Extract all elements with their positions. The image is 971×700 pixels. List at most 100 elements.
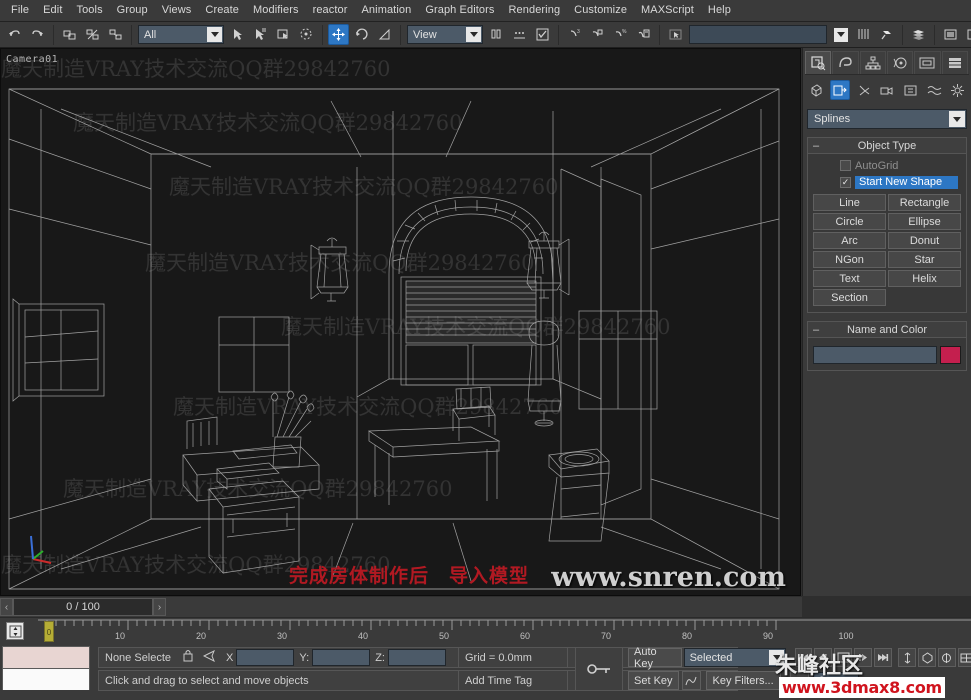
geometry-button[interactable] xyxy=(806,80,826,100)
section-button[interactable]: Section xyxy=(813,289,886,306)
start-new-shape-checkbox[interactable]: ✓ xyxy=(840,177,851,188)
named-selection-sets-icon[interactable] xyxy=(532,24,553,45)
select-and-rotate-icon[interactable] xyxy=(351,24,372,45)
object-color-swatch[interactable] xyxy=(940,346,961,364)
default-in-out-tangent-icon[interactable] xyxy=(682,671,701,690)
arc-button[interactable]: Arc xyxy=(813,232,886,249)
hierarchy-tab[interactable] xyxy=(860,51,886,74)
key-mode-toggle-icon[interactable] xyxy=(790,671,809,690)
menu-item-maxscript[interactable]: MAXScript xyxy=(634,1,701,20)
key-filters-button[interactable]: Key Filters... xyxy=(706,671,781,690)
chevron-down-icon[interactable] xyxy=(949,111,965,127)
lights-button[interactable] xyxy=(853,80,873,100)
unlink-icon[interactable] xyxy=(82,24,103,45)
auto-key-button[interactable]: Auto Key xyxy=(628,648,682,667)
autogrid-checkbox-row[interactable]: AutoGrid xyxy=(840,158,961,173)
array-icon[interactable] xyxy=(587,24,608,45)
z-field[interactable] xyxy=(388,649,446,666)
maxscript-mini-listener[interactable] xyxy=(2,646,90,690)
mirror-icon[interactable]: 3 xyxy=(564,24,585,45)
zoom-all-icon[interactable] xyxy=(918,648,936,667)
select-object-icon[interactable] xyxy=(227,24,248,45)
key-mode-toggle[interactable] xyxy=(575,647,623,691)
chevron-down-icon[interactable] xyxy=(466,27,481,42)
menu-item-create[interactable]: Create xyxy=(198,1,246,20)
chevron-down-icon[interactable] xyxy=(769,650,784,665)
layer-manager-icon[interactable] xyxy=(633,24,654,45)
star-button[interactable]: Star xyxy=(888,251,961,268)
select-and-scale-icon[interactable] xyxy=(374,24,395,45)
undo-icon[interactable] xyxy=(4,24,25,45)
selection-filter-dropdown[interactable]: All xyxy=(138,25,224,44)
listener-input-pane[interactable] xyxy=(3,669,89,690)
reference-coordinate-dropdown[interactable]: View xyxy=(407,25,483,44)
menu-item-customize[interactable]: Customize xyxy=(567,1,634,20)
select-link-icon[interactable] xyxy=(59,24,80,45)
helpers-button[interactable] xyxy=(901,80,921,100)
menu-item-edit[interactable]: Edit xyxy=(36,1,69,20)
ellipse-button[interactable]: Ellipse xyxy=(888,213,961,230)
object-type-header[interactable]: – Object Type xyxy=(807,137,967,153)
next-frame-arrow[interactable]: › xyxy=(153,598,166,616)
track-bar[interactable]: 102030 405060 708090 100 0 xyxy=(0,617,971,644)
curve-editor-icon[interactable] xyxy=(853,24,874,45)
object-name-input[interactable] xyxy=(813,346,937,364)
align-to-grid-icon[interactable] xyxy=(509,24,530,45)
layers-stack-icon[interactable] xyxy=(908,24,929,45)
autogrid-checkbox[interactable] xyxy=(840,160,851,171)
play-animation-icon[interactable] xyxy=(834,648,852,667)
frame-readout[interactable]: 0 / 100 xyxy=(13,598,153,616)
circle-button[interactable]: Circle xyxy=(813,213,886,230)
zoom-icon[interactable] xyxy=(898,648,916,667)
motion-tab[interactable] xyxy=(887,51,913,74)
open-mini-curve-editor-icon[interactable] xyxy=(6,622,24,640)
ngon-button[interactable]: NGon xyxy=(813,251,886,268)
align-icon[interactable]: % xyxy=(610,24,631,45)
window-crossing-icon[interactable] xyxy=(296,24,317,45)
go-to-end-icon[interactable] xyxy=(874,648,892,667)
lock-icon[interactable] xyxy=(177,648,199,667)
go-to-start-icon[interactable] xyxy=(795,648,813,667)
viewport-label[interactable]: Camera01 xyxy=(6,54,58,65)
collapse-icon[interactable]: – xyxy=(813,324,819,336)
zoom-extents-icon[interactable] xyxy=(938,648,956,667)
modify-tab[interactable] xyxy=(832,51,858,74)
chevron-down-icon[interactable] xyxy=(207,27,222,42)
create-tab[interactable] xyxy=(805,51,831,74)
space-warps-button[interactable] xyxy=(924,80,944,100)
selection-level-dropdown[interactable]: Selected xyxy=(684,648,787,667)
menu-item-views[interactable]: Views xyxy=(155,1,199,20)
time-tag-row[interactable]: Add Time Tag xyxy=(458,670,568,691)
next-frame-icon[interactable] xyxy=(854,648,872,667)
utilities-tab[interactable] xyxy=(942,51,968,74)
select-by-name-icon[interactable] xyxy=(250,24,271,45)
cameras-button[interactable] xyxy=(877,80,897,100)
menu-item-modifiers[interactable]: Modifiers xyxy=(246,1,306,20)
select-and-move-icon[interactable] xyxy=(328,24,349,45)
donut-button[interactable]: Donut xyxy=(888,232,961,249)
menu-item-help[interactable]: Help xyxy=(701,1,738,20)
use-pivot-center-icon[interactable] xyxy=(486,24,507,45)
menu-item-animation[interactable]: Animation xyxy=(355,1,419,20)
transform-type-in-icon[interactable] xyxy=(199,649,221,667)
start-new-shape-row[interactable]: ✓ Start New Shape xyxy=(840,175,961,190)
select-region-icon[interactable] xyxy=(273,24,294,45)
current-frame-marker[interactable]: 0 xyxy=(44,621,54,642)
listener-output-pane[interactable] xyxy=(3,647,89,669)
current-frame-input[interactable]: 0 xyxy=(813,672,859,690)
y-field[interactable] xyxy=(312,649,370,666)
x-field[interactable] xyxy=(236,649,294,666)
redo-icon[interactable] xyxy=(27,24,48,45)
display-tab[interactable] xyxy=(914,51,940,74)
field-of-view-icon[interactable] xyxy=(958,648,971,667)
line-button[interactable]: Line xyxy=(813,194,886,211)
text-button[interactable]: Text xyxy=(813,270,886,287)
menu-item-rendering[interactable]: Rendering xyxy=(502,1,568,20)
set-key-button[interactable]: Set Key xyxy=(628,671,679,690)
menu-item-graph-editors[interactable]: Graph Editors xyxy=(418,1,501,20)
chevron-down-icon[interactable] xyxy=(830,24,851,45)
helix-button[interactable]: Helix xyxy=(888,270,961,287)
camera-viewport[interactable]: Camera01 xyxy=(0,48,801,596)
add-time-tag-label[interactable]: Add Time Tag xyxy=(459,675,538,687)
bind-space-warp-icon[interactable] xyxy=(105,24,126,45)
